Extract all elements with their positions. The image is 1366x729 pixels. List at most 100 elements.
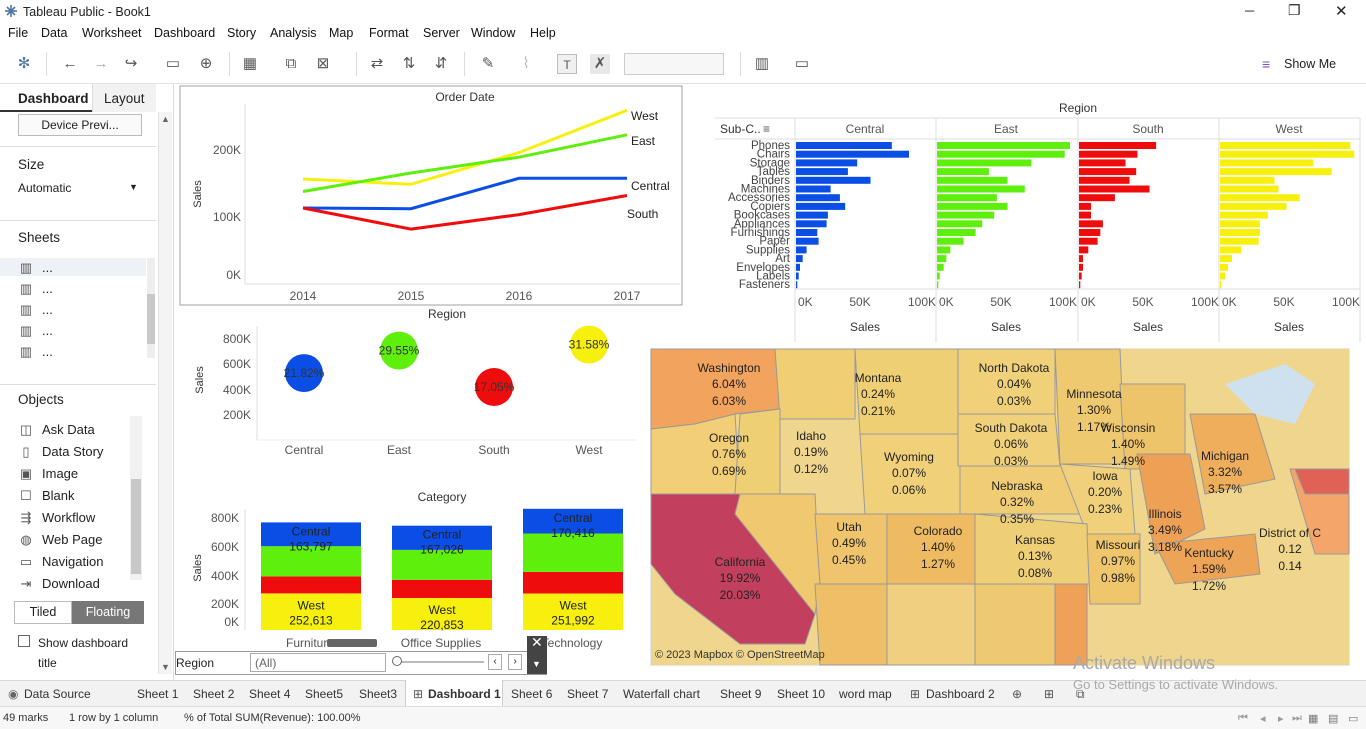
subcat-bar-west <box>1220 159 1314 167</box>
show-title-checkbox[interactable] <box>18 635 30 647</box>
menu-analysis[interactable]: Analysis <box>270 26 317 40</box>
menu-window[interactable]: Window <box>471 26 515 40</box>
tab-dashboard-2[interactable]: Dashboard 2 <box>926 687 995 701</box>
dashboard-tab-icon: ⊞ <box>413 687 424 701</box>
menu-server[interactable]: Server <box>423 26 460 40</box>
map-state-pct-a: 0.06% <box>994 437 1028 451</box>
tab-sheet-6[interactable]: Sheet 6 <box>511 687 552 701</box>
presentation-mode-icon[interactable]: ▭ <box>792 54 812 74</box>
new-sheet-icon[interactable]: ⊕ <box>1012 687 1022 701</box>
tab-sheet-7[interactable]: Sheet 7 <box>567 687 608 701</box>
menu-help[interactable]: Help <box>530 26 556 40</box>
filter-menu-icon[interactable]: ▼ <box>532 659 541 669</box>
filter-prev-icon[interactable]: ‹ <box>488 654 502 670</box>
tabs-view-icon[interactable]: ▭ <box>1348 712 1358 725</box>
sheet-item[interactable]: ▥... <box>18 260 53 276</box>
size-value[interactable]: Automatic <box>18 181 71 195</box>
sheet-item[interactable]: ▥... <box>18 323 53 339</box>
tab-sheet-10[interactable]: Sheet 10 <box>777 687 825 701</box>
undo-icon[interactable]: ← <box>60 54 80 74</box>
menu-worksheet[interactable]: Worksheet <box>82 26 142 40</box>
fit-dropdown[interactable] <box>624 53 724 75</box>
object-workflow[interactable]: ⇶ Workflow <box>18 510 96 526</box>
filter-next-icon[interactable]: › <box>508 654 522 670</box>
filter-slider-track[interactable] <box>396 661 484 663</box>
bubble-ytick: 600K <box>223 357 251 371</box>
tab-dashboard-1[interactable]: Dashboard 1 <box>428 687 501 701</box>
menu-file[interactable]: File <box>8 26 28 40</box>
subcat-xtick: 50K <box>990 295 1011 309</box>
object-blank[interactable]: ☐ Blank <box>18 488 74 504</box>
menu-map[interactable]: Map <box>329 26 353 40</box>
tab-data-source[interactable]: Data Source <box>24 687 91 701</box>
menu-data[interactable]: Data <box>41 26 67 40</box>
device-preview-button[interactable]: Device Previ... <box>18 114 142 136</box>
grid-view-icon[interactable]: ▦ <box>1308 712 1318 725</box>
tab-layout[interactable]: Layout <box>104 91 145 106</box>
duplicate-icon[interactable]: ⧉ <box>281 54 301 74</box>
redo-icon[interactable]: → <box>91 54 111 74</box>
object-web-page[interactable]: ◍ Web Page <box>18 532 102 548</box>
tab-sheet-1[interactable]: Sheet 1 <box>137 687 178 701</box>
subcat-label: Fasteners <box>739 279 790 291</box>
new-worksheet-icon[interactable]: ▦ <box>240 54 260 74</box>
menu-story[interactable]: Story <box>227 26 256 40</box>
floating-button[interactable]: Floating <box>72 601 144 624</box>
sort-desc-icon[interactable]: ⇵ <box>431 54 451 74</box>
tab-dashboard[interactable]: Dashboard <box>18 91 89 106</box>
show-me-button[interactable]: Show Me <box>1284 57 1336 71</box>
tiled-button[interactable]: Tiled <box>14 601 72 624</box>
subcat-xtick: 100K <box>1332 295 1360 309</box>
bubble-xtick: West <box>575 443 603 457</box>
maximize-button[interactable]: ❐ <box>1288 2 1301 19</box>
swap-icon[interactable]: ⇄ <box>367 54 387 74</box>
tableau-home-icon[interactable]: ✻ <box>14 54 34 74</box>
nav-last-icon[interactable]: ⏭ <box>1292 712 1302 725</box>
menu-dashboard[interactable]: Dashboard <box>154 26 215 40</box>
highlight-icon[interactable]: ✎ <box>478 54 498 74</box>
filter-drag-handle[interactable] <box>327 639 377 647</box>
object-data-story[interactable]: ▯ Data Story <box>18 444 103 460</box>
close-button[interactable]: ✕ <box>1335 2 1348 20</box>
object-ask-data[interactable]: ◫ Ask Data <box>18 422 95 438</box>
tab-word-map[interactable]: word map <box>839 687 892 701</box>
tab-sheet-9[interactable]: Sheet 9 <box>720 687 761 701</box>
nav-next-icon[interactable]: ▸ <box>1278 712 1284 725</box>
sheets-scroll-thumb[interactable] <box>147 294 155 344</box>
clear-sheet-icon[interactable]: ⊠ <box>313 54 333 74</box>
menu-format[interactable]: Format <box>369 26 409 40</box>
replay-icon[interactable]: ↪ <box>121 54 141 74</box>
save-icon[interactable]: ▭ <box>163 54 183 74</box>
nav-first-icon[interactable]: ⏮ <box>1238 712 1248 725</box>
object-download[interactable]: ⇥ Download <box>18 576 100 592</box>
bubble-xtick: Central <box>285 443 324 457</box>
new-dashboard-icon[interactable]: ⊞ <box>1044 687 1054 701</box>
minimize-button[interactable]: ─ <box>1245 3 1254 18</box>
sheet-item[interactable]: ▥... <box>18 281 53 297</box>
scroll-up-icon[interactable]: ▲ <box>161 114 170 124</box>
object-navigation[interactable]: ▭ Navigation <box>18 554 104 570</box>
sort-icon[interactable]: ≡ <box>763 122 770 136</box>
tab-sheet3[interactable]: Sheet3 <box>359 687 397 701</box>
filter-close-icon[interactable]: ✕ <box>531 634 543 651</box>
tab-sheet5[interactable]: Sheet5 <box>305 687 343 701</box>
panel-scrollbar[interactable] <box>158 112 172 674</box>
show-labels-icon[interactable]: T <box>557 54 577 74</box>
fix-axes-icon[interactable]: ✗ <box>590 54 610 74</box>
film-view-icon[interactable]: ▤ <box>1328 712 1338 725</box>
tab-sheet-4[interactable]: Sheet 4 <box>249 687 290 701</box>
sort-asc-icon[interactable]: ⇅ <box>399 54 419 74</box>
new-datasource-icon[interactable]: ⊕ <box>196 54 216 74</box>
nav-prev-icon[interactable]: ◂ <box>1260 712 1266 725</box>
sheet-item[interactable]: ▥... <box>18 302 53 318</box>
objects-scroll-thumb[interactable] <box>131 479 141 574</box>
tab-waterfall[interactable]: Waterfall chart <box>623 687 700 701</box>
size-dropdown-icon[interactable]: ▼ <box>129 182 138 192</box>
sheet-item[interactable]: ▥... <box>18 344 53 360</box>
presentation-layout-icon[interactable]: ▥ <box>752 54 772 74</box>
filter-slider-handle[interactable] <box>392 656 402 666</box>
attach-icon[interactable]: ⌇ <box>516 54 536 74</box>
scroll-down-icon[interactable]: ▼ <box>161 662 170 672</box>
object-image[interactable]: ▣ Image <box>18 466 78 482</box>
tab-sheet-2[interactable]: Sheet 2 <box>193 687 234 701</box>
